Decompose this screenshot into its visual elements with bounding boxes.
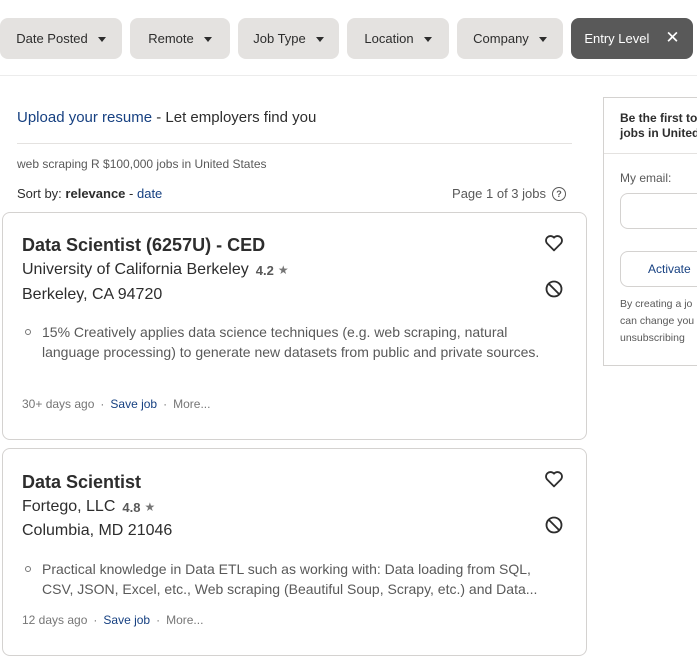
search-summary: web scraping R $100,000 jobs in United S…	[17, 157, 267, 171]
filter-label: Job Type	[253, 31, 306, 46]
job-card[interactable]: Data Scientist (6257U) - CED University …	[2, 212, 587, 440]
job-footer: 30+ days ago · Save job · More...	[22, 397, 210, 411]
alert-heading-line: Be the first to	[620, 111, 697, 125]
posted-date: 12 days ago	[22, 613, 88, 627]
activate-button[interactable]: Activate	[620, 251, 697, 287]
divider	[0, 75, 697, 76]
chevron-down-icon	[423, 36, 432, 42]
bullet-icon	[25, 329, 31, 335]
not-interested-icon[interactable]	[544, 279, 564, 299]
posted-date: 30+ days ago	[22, 397, 95, 411]
save-job-link[interactable]: Save job	[110, 397, 157, 411]
separator-dot: ·	[163, 397, 168, 411]
job-alert-panel: Be the first to jobs in United My email:…	[603, 97, 697, 366]
filter-bar: Date Posted Remote Job Type Location Com…	[0, 18, 697, 59]
company-rating: 4.2	[255, 262, 274, 278]
star-icon: ★	[277, 263, 289, 277]
not-interested-icon[interactable]	[544, 515, 564, 535]
alert-heading: Be the first to jobs in United	[620, 111, 697, 141]
bullet-icon	[25, 566, 31, 572]
filter-entry-level[interactable]: Entry Level ✕	[571, 18, 693, 59]
job-card[interactable]: Data Scientist Fortego, LLC 4.8 ★ Columb…	[2, 448, 587, 656]
filter-label: Location	[364, 31, 414, 46]
star-icon: ★	[144, 500, 156, 514]
company-name[interactable]: University of California Berkeley	[22, 261, 249, 279]
company-name[interactable]: Fortego, LLC	[22, 498, 115, 516]
email-label: My email:	[620, 171, 672, 185]
disclaimer-line: unsubscribing	[620, 332, 685, 344]
disclaimer-line: can change you	[620, 315, 695, 327]
chevron-down-icon	[315, 36, 324, 42]
alert-heading-line: jobs in United	[620, 126, 697, 140]
help-icon[interactable]: ?	[552, 186, 566, 201]
more-link[interactable]: More...	[166, 613, 203, 627]
sort-sep: -	[125, 186, 137, 201]
upload-resume-banner: Upload your resume - Let employers find …	[17, 109, 316, 126]
sort-by: Sort by: relevance - date	[17, 186, 162, 201]
separator-dot: ·	[156, 613, 161, 627]
job-footer: 12 days ago · Save job · More...	[22, 613, 203, 627]
company-row: Fortego, LLC 4.8 ★	[22, 498, 155, 516]
more-link[interactable]: More...	[173, 397, 210, 411]
sort-relevance: relevance	[65, 186, 126, 201]
separator-dot: ·	[100, 397, 105, 411]
filter-label: Entry Level	[584, 31, 650, 46]
filter-label: Date Posted	[16, 31, 88, 46]
disclaimer-line: By creating a jo	[620, 298, 693, 310]
job-title[interactable]: Data Scientist	[22, 472, 141, 493]
separator-dot: ·	[93, 613, 98, 627]
divider	[17, 143, 572, 144]
chevron-down-icon	[97, 36, 106, 42]
close-icon[interactable]: ✕	[665, 30, 679, 47]
company-rating: 4.8	[122, 499, 141, 515]
page-count: Page 1 of 3 jobs	[452, 186, 546, 201]
job-location: Berkeley, CA 94720	[22, 286, 163, 303]
job-location: Columbia, MD 21046	[22, 522, 173, 539]
heart-icon[interactable]	[544, 470, 564, 488]
job-title[interactable]: Data Scientist (6257U) - CED	[22, 235, 265, 256]
filter-label: Company	[473, 31, 529, 46]
upload-resume-text: - Let employers find you	[152, 109, 317, 126]
company-row: University of California Berkeley 4.2 ★	[22, 261, 289, 279]
divider	[604, 153, 697, 154]
save-job-link[interactable]: Save job	[103, 613, 150, 627]
email-field[interactable]	[620, 193, 697, 229]
filter-date-posted[interactable]: Date Posted	[0, 18, 122, 59]
chevron-down-icon	[203, 36, 212, 42]
upload-resume-link[interactable]: Upload your resume	[17, 109, 152, 126]
chevron-down-icon	[538, 36, 547, 42]
filter-location[interactable]: Location	[347, 18, 449, 59]
page-info: Page 1 of 3 jobs ?	[452, 186, 566, 201]
heart-icon[interactable]	[544, 234, 564, 252]
job-snippet: 15% Creatively applies data science tech…	[42, 324, 540, 360]
sort-prefix: Sort by:	[17, 186, 66, 201]
filter-remote[interactable]: Remote	[130, 18, 230, 59]
sort-date-link[interactable]: date	[137, 186, 162, 201]
filter-job-type[interactable]: Job Type	[238, 18, 339, 59]
filter-company[interactable]: Company	[457, 18, 563, 59]
job-snippet: Practical knowledge in Data ETL such as …	[42, 561, 538, 597]
alert-disclaimer: By creating a jo can change you unsubscr…	[620, 296, 694, 347]
filter-label: Remote	[148, 31, 194, 46]
